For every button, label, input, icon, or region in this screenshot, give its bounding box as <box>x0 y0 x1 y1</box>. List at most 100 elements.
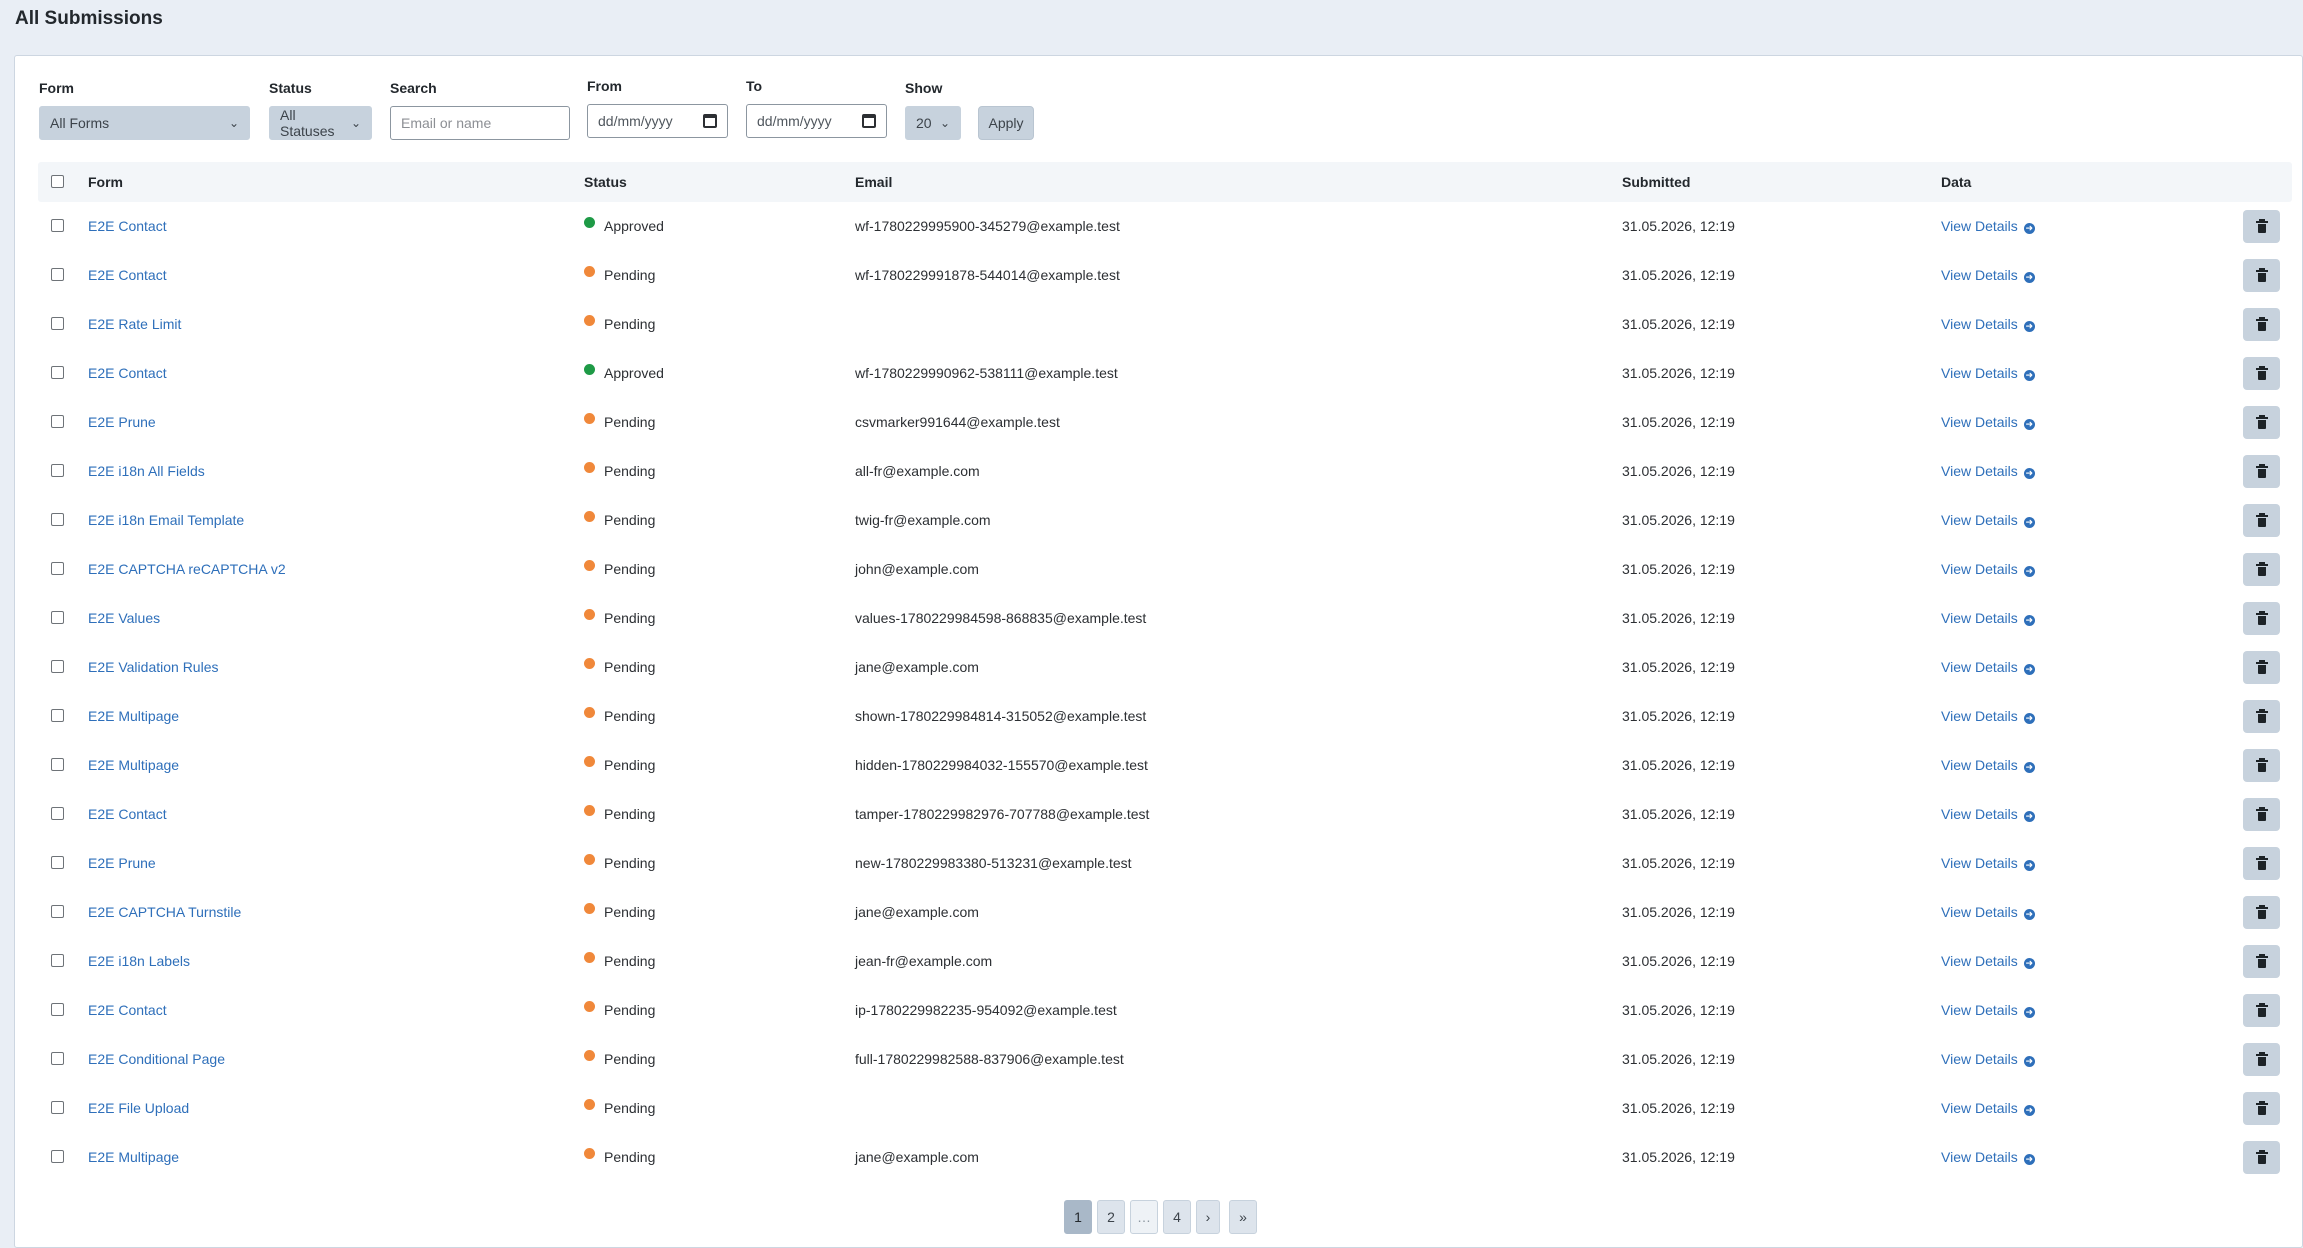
view-details-link[interactable]: View Details ➜ <box>1941 496 2035 545</box>
view-details-link[interactable]: View Details ➜ <box>1941 643 2035 692</box>
row-checkbox[interactable] <box>51 709 64 722</box>
view-details-link[interactable]: View Details ➜ <box>1941 1084 2035 1133</box>
form-name-link[interactable]: E2E CAPTCHA reCAPTCHA v2 <box>88 545 286 594</box>
row-checkbox[interactable] <box>51 1101 64 1114</box>
row-checkbox[interactable] <box>51 758 64 771</box>
row-checkbox[interactable] <box>51 1150 64 1163</box>
view-details-link[interactable]: View Details ➜ <box>1941 692 2035 741</box>
view-details-link[interactable]: View Details ➜ <box>1941 1035 2035 1084</box>
calendar-icon[interactable] <box>703 114 717 128</box>
row-checkbox[interactable] <box>51 1003 64 1016</box>
view-details-link[interactable]: View Details ➜ <box>1941 986 2035 1035</box>
delete-button[interactable] <box>2243 259 2280 292</box>
view-details-link[interactable]: View Details ➜ <box>1941 594 2035 643</box>
delete-button[interactable] <box>2243 798 2280 831</box>
page-1-button[interactable]: 1 <box>1064 1200 1092 1234</box>
form-name-link[interactable]: E2E File Upload <box>88 1084 189 1133</box>
delete-button[interactable] <box>2243 553 2280 586</box>
form-name-link[interactable]: E2E Multipage <box>88 1133 179 1182</box>
delete-button[interactable] <box>2243 504 2280 537</box>
form-name-link[interactable]: E2E i18n Labels <box>88 937 190 986</box>
view-details-link[interactable]: View Details ➜ <box>1941 545 2035 594</box>
delete-button[interactable] <box>2243 357 2280 390</box>
page-4-button[interactable]: 4 <box>1163 1200 1191 1234</box>
to-date-input[interactable]: dd/mm/yyyy <box>746 104 887 138</box>
column-header-email[interactable]: Email <box>855 162 892 202</box>
form-name-link[interactable]: E2E Conditional Page <box>88 1035 225 1084</box>
view-details-link[interactable]: View Details ➜ <box>1941 251 2035 300</box>
row-checkbox[interactable] <box>51 856 64 869</box>
row-checkbox[interactable] <box>51 954 64 967</box>
form-name-link[interactable]: E2E Contact <box>88 202 167 251</box>
form-name-link[interactable]: E2E Values <box>88 594 160 643</box>
row-checkbox[interactable] <box>51 268 64 281</box>
view-details-link[interactable]: View Details ➜ <box>1941 447 2035 496</box>
view-details-link[interactable]: View Details ➜ <box>1941 300 2035 349</box>
delete-button[interactable] <box>2243 308 2280 341</box>
delete-button[interactable] <box>2243 1092 2280 1125</box>
form-name-link[interactable]: E2E Rate Limit <box>88 300 181 349</box>
delete-button[interactable] <box>2243 847 2280 880</box>
row-checkbox[interactable] <box>51 1052 64 1065</box>
view-details-link[interactable]: View Details ➜ <box>1941 741 2035 790</box>
view-details-link[interactable]: View Details ➜ <box>1941 790 2035 839</box>
form-filter-select[interactable]: All Forms ⌄ <box>39 106 250 140</box>
row-checkbox[interactable] <box>51 562 64 575</box>
column-header-form[interactable]: Form <box>88 162 123 202</box>
view-details-link[interactable]: View Details ➜ <box>1941 937 2035 986</box>
row-checkbox[interactable] <box>51 905 64 918</box>
column-header-status[interactable]: Status <box>584 162 627 202</box>
form-name-link[interactable]: E2E Contact <box>88 251 167 300</box>
view-details-link[interactable]: View Details ➜ <box>1941 1133 2035 1182</box>
view-details-link[interactable]: View Details ➜ <box>1941 888 2035 937</box>
row-checkbox[interactable] <box>51 611 64 624</box>
delete-button[interactable] <box>2243 1043 2280 1076</box>
delete-button[interactable] <box>2243 749 2280 782</box>
form-name-link[interactable]: E2E Validation Rules <box>88 643 218 692</box>
form-name-link[interactable]: E2E Contact <box>88 790 167 839</box>
search-input[interactable]: Email or name <box>390 106 570 140</box>
delete-button[interactable] <box>2243 994 2280 1027</box>
delete-button[interactable] <box>2243 406 2280 439</box>
form-name-link[interactable]: E2E CAPTCHA Turnstile <box>88 888 241 937</box>
from-date-input[interactable]: dd/mm/yyyy <box>587 104 728 138</box>
delete-button[interactable] <box>2243 1141 2280 1174</box>
delete-button[interactable] <box>2243 455 2280 488</box>
last-page-button[interactable]: » <box>1229 1200 1257 1234</box>
delete-button[interactable] <box>2243 651 2280 684</box>
form-name-link[interactable]: E2E Contact <box>88 349 167 398</box>
view-details-link[interactable]: View Details ➜ <box>1941 349 2035 398</box>
status-dot-icon <box>584 364 595 375</box>
view-details-link[interactable]: View Details ➜ <box>1941 839 2035 888</box>
row-checkbox[interactable] <box>51 807 64 820</box>
delete-button[interactable] <box>2243 602 2280 635</box>
delete-button[interactable] <box>2243 700 2280 733</box>
row-checkbox[interactable] <box>51 366 64 379</box>
select-all-checkbox[interactable] <box>51 175 64 188</box>
row-checkbox[interactable] <box>51 464 64 477</box>
form-name-link[interactable]: E2E Prune <box>88 839 156 888</box>
form-name-link[interactable]: E2E Multipage <box>88 692 179 741</box>
apply-button[interactable]: Apply <box>978 106 1034 140</box>
form-name-link[interactable]: E2E i18n Email Template <box>88 496 244 545</box>
delete-button[interactable] <box>2243 945 2280 978</box>
view-details-link[interactable]: View Details ➜ <box>1941 202 2035 251</box>
calendar-icon[interactable] <box>862 114 876 128</box>
delete-button[interactable] <box>2243 896 2280 929</box>
row-checkbox[interactable] <box>51 415 64 428</box>
form-name-link[interactable]: E2E i18n All Fields <box>88 447 205 496</box>
row-checkbox[interactable] <box>51 660 64 673</box>
next-page-button[interactable]: › <box>1196 1200 1220 1234</box>
column-header-submitted[interactable]: Submitted <box>1622 162 1690 202</box>
page-2-button[interactable]: 2 <box>1097 1200 1125 1234</box>
status-filter-select[interactable]: All Statuses ⌄ <box>269 106 372 140</box>
form-name-link[interactable]: E2E Multipage <box>88 741 179 790</box>
view-details-link[interactable]: View Details ➜ <box>1941 398 2035 447</box>
delete-button[interactable] <box>2243 210 2280 243</box>
form-name-link[interactable]: E2E Prune <box>88 398 156 447</box>
form-name-link[interactable]: E2E Contact <box>88 986 167 1035</box>
row-checkbox[interactable] <box>51 317 64 330</box>
show-count-select[interactable]: 20 ⌄ <box>905 106 961 140</box>
row-checkbox[interactable] <box>51 219 64 232</box>
row-checkbox[interactable] <box>51 513 64 526</box>
